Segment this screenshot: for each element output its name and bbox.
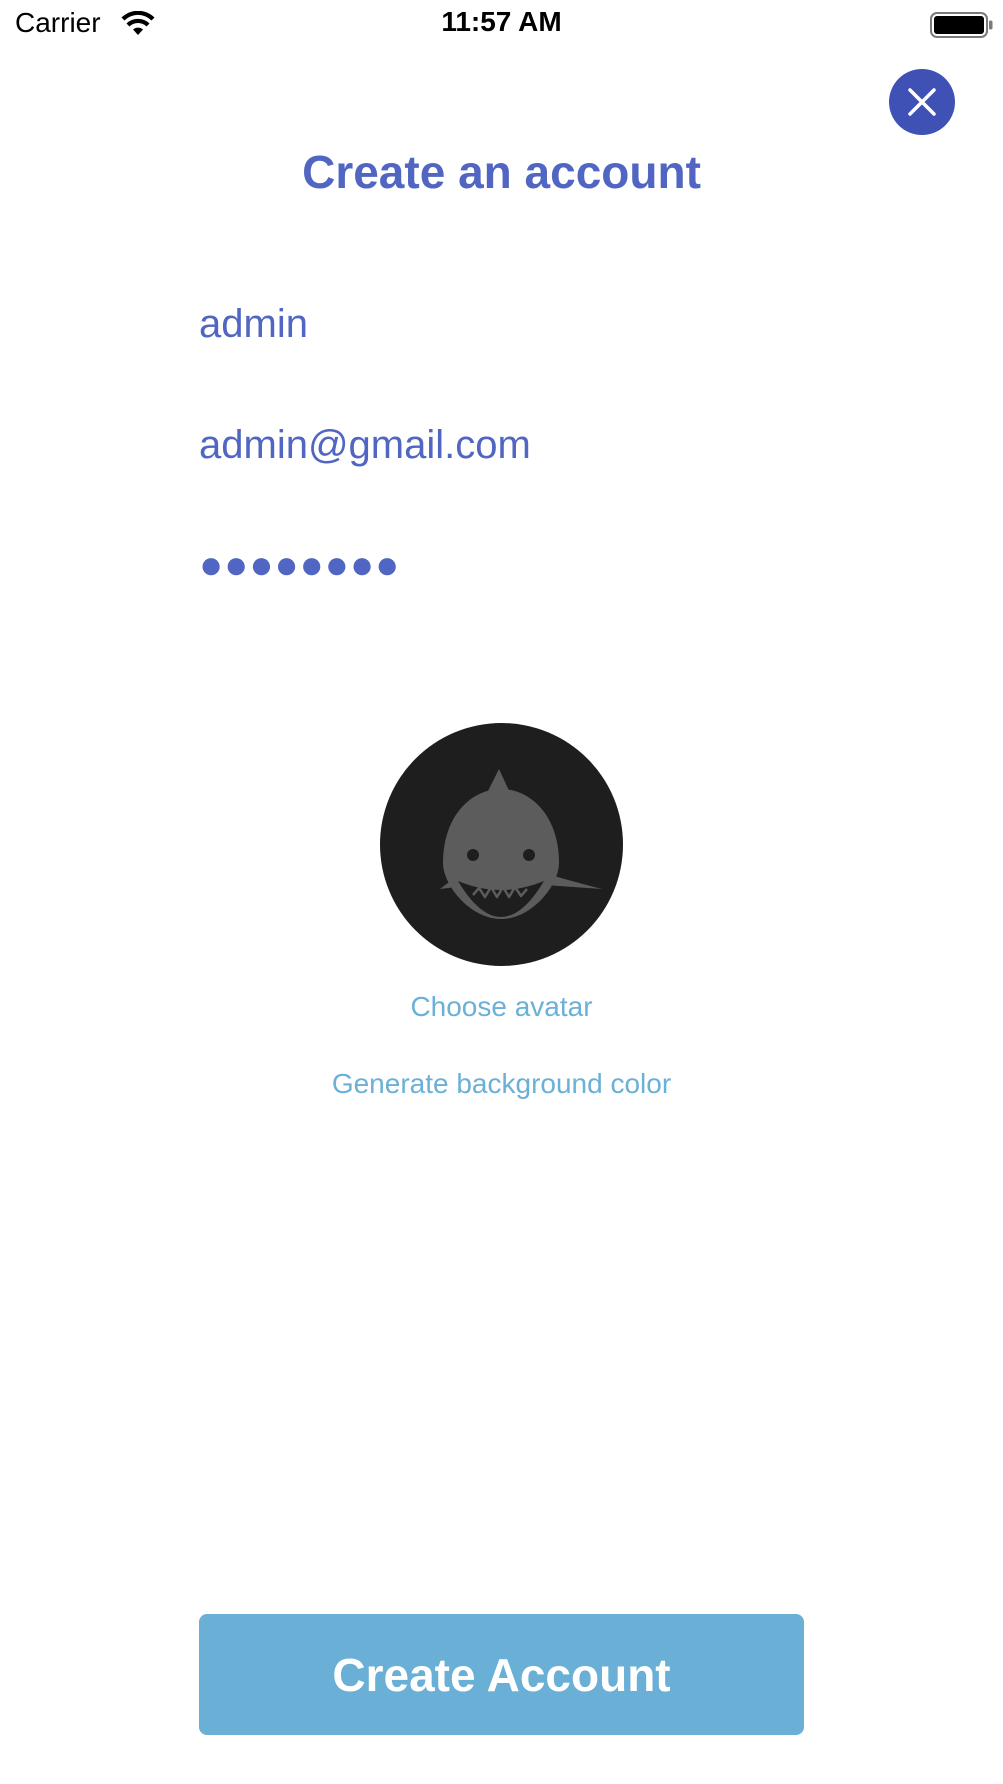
avatar[interactable] — [380, 723, 623, 966]
status-time: 11:57 AM — [441, 6, 562, 37]
email-field[interactable] — [199, 410, 809, 480]
choose-avatar-button[interactable]: Choose avatar — [0, 991, 1003, 1023]
create-account-button[interactable]: Create Account — [199, 1614, 804, 1735]
close-icon — [907, 87, 937, 117]
battery-icon — [930, 12, 994, 38]
page-title: Create an account — [302, 146, 701, 198]
status-bar: Carrier 11:57 AM — [0, 0, 1003, 50]
password-field[interactable] — [199, 530, 809, 600]
shark-icon — [380, 723, 623, 966]
close-button[interactable] — [889, 69, 955, 135]
generate-background-color-button[interactable]: Generate background color — [0, 1068, 1003, 1100]
username-field[interactable] — [199, 289, 809, 359]
